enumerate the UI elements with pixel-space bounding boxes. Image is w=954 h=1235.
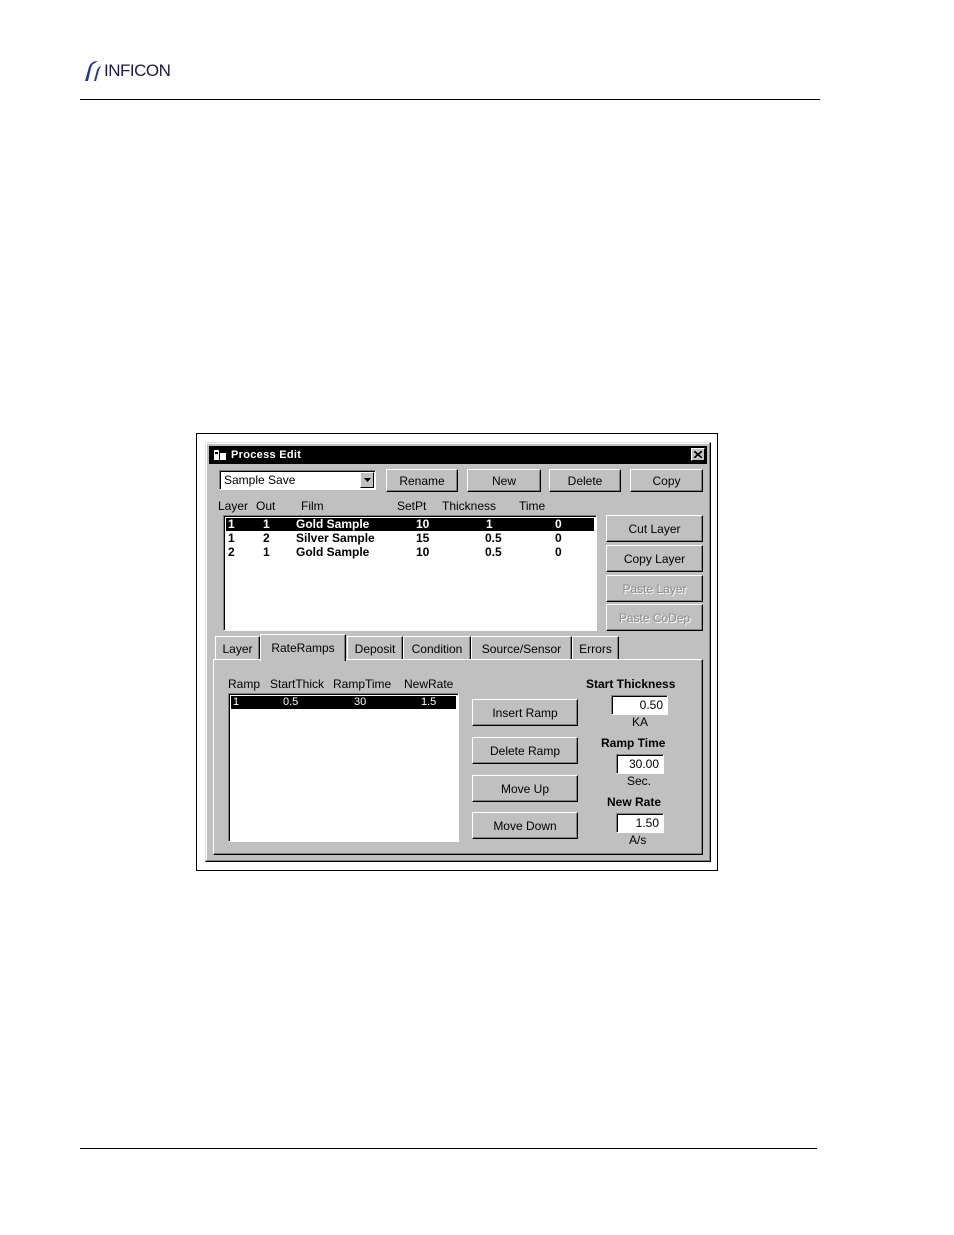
table-row[interactable]: 1 2 Silver Sample 15 0.5 0 [226,532,594,545]
paste-codep-button[interactable]: Paste CoDep [606,604,703,631]
inficon-logo-icon [85,61,101,81]
start-thickness-unit: KA [632,715,649,729]
col-header-startthick: StartThick [270,677,325,691]
logo-text: INFICON [104,61,171,80]
process-select-dropdown[interactable] [360,472,374,488]
ramp-time-label: Ramp Time [601,736,666,750]
tab-label: Source/Sensor [481,641,562,656]
col-header-newrate: NewRate [404,677,454,691]
new-rate-input[interactable]: 1.50 [616,813,664,833]
move-down-button[interactable]: Move Down [472,812,578,839]
paste-layer-button[interactable]: Paste Layer [606,575,703,602]
tab-label: Condition [411,641,463,656]
move-up-button[interactable]: Move Up [472,775,578,802]
close-icon [694,451,702,458]
tab-errors[interactable]: Errors [572,636,619,660]
title-bar[interactable]: Process Edit [209,446,707,464]
delete-button[interactable]: Delete [549,469,621,492]
delete-ramp-button[interactable]: Delete Ramp [472,737,578,764]
start-thickness-input[interactable]: 0.50 [611,695,668,715]
header-divider [80,99,820,100]
col-header-layer: Layer [218,499,249,513]
copy-button[interactable]: Copy [630,469,703,492]
tab-deposit[interactable]: Deposit [347,636,403,660]
tab-condition[interactable]: Condition [403,636,471,660]
app-icon [214,450,226,460]
rename-button[interactable]: Rename [386,469,458,492]
tab-label: RateRamps [271,641,335,655]
ramp-time-input[interactable]: 30.00 [616,754,664,774]
process-select-value: Sample Save [224,473,296,487]
tab-label: Deposit [354,641,396,656]
new-rate-label: New Rate [607,795,662,809]
tab-label: Errors [579,641,612,656]
ramp-time-unit: Sec. [627,774,652,788]
tab-layer[interactable]: Layer [215,636,260,660]
dropdown-arrow-icon [363,478,371,482]
close-button[interactable] [691,448,705,461]
footer-divider [80,1148,817,1149]
col-header-thickness: Thickness [442,499,497,513]
col-header-ramptime: RampTime [333,677,392,691]
rateramps-panel: Ramp StartThick RampTime NewRate 1 0.5 3… [213,659,703,855]
copy-layer-button[interactable]: Copy Layer [606,545,703,572]
new-button[interactable]: New [467,469,541,492]
col-header-film: Film [301,499,324,513]
table-row[interactable]: 2 1 Gold Sample 10 0.5 0 [226,546,594,559]
tab-rateramps[interactable]: RateRamps [260,634,346,661]
process-edit-window: Process Edit Sample Save Rename New Dele… [205,442,711,862]
col-header-out: Out [256,499,276,513]
insert-ramp-button[interactable]: Insert Ramp [472,699,578,726]
process-select[interactable]: Sample Save [219,470,376,490]
tab-source-sensor[interactable]: Source/Sensor [471,636,572,660]
cut-layer-button[interactable]: Cut Layer [606,515,703,542]
ramp-list[interactable]: 1 0.5 30 1.5 [228,693,459,842]
table-row[interactable]: 1 1 Gold Sample 10 1 0 [226,518,594,531]
new-rate-unit: A/s [629,833,647,847]
col-header-time: Time [519,499,546,513]
table-row[interactable]: 1 0.5 30 1.5 [231,696,456,709]
col-header-setpt: SetPt [397,499,427,513]
start-thickness-label: Start Thickness [586,677,676,691]
tab-label: Layer [222,641,253,656]
window-title: Process Edit [231,449,302,461]
inficon-logo: INFICON [82,58,171,84]
layer-list[interactable]: 1 1 Gold Sample 10 1 0 1 2 Silver Sample… [223,515,597,631]
col-header-ramp: Ramp [228,677,261,691]
